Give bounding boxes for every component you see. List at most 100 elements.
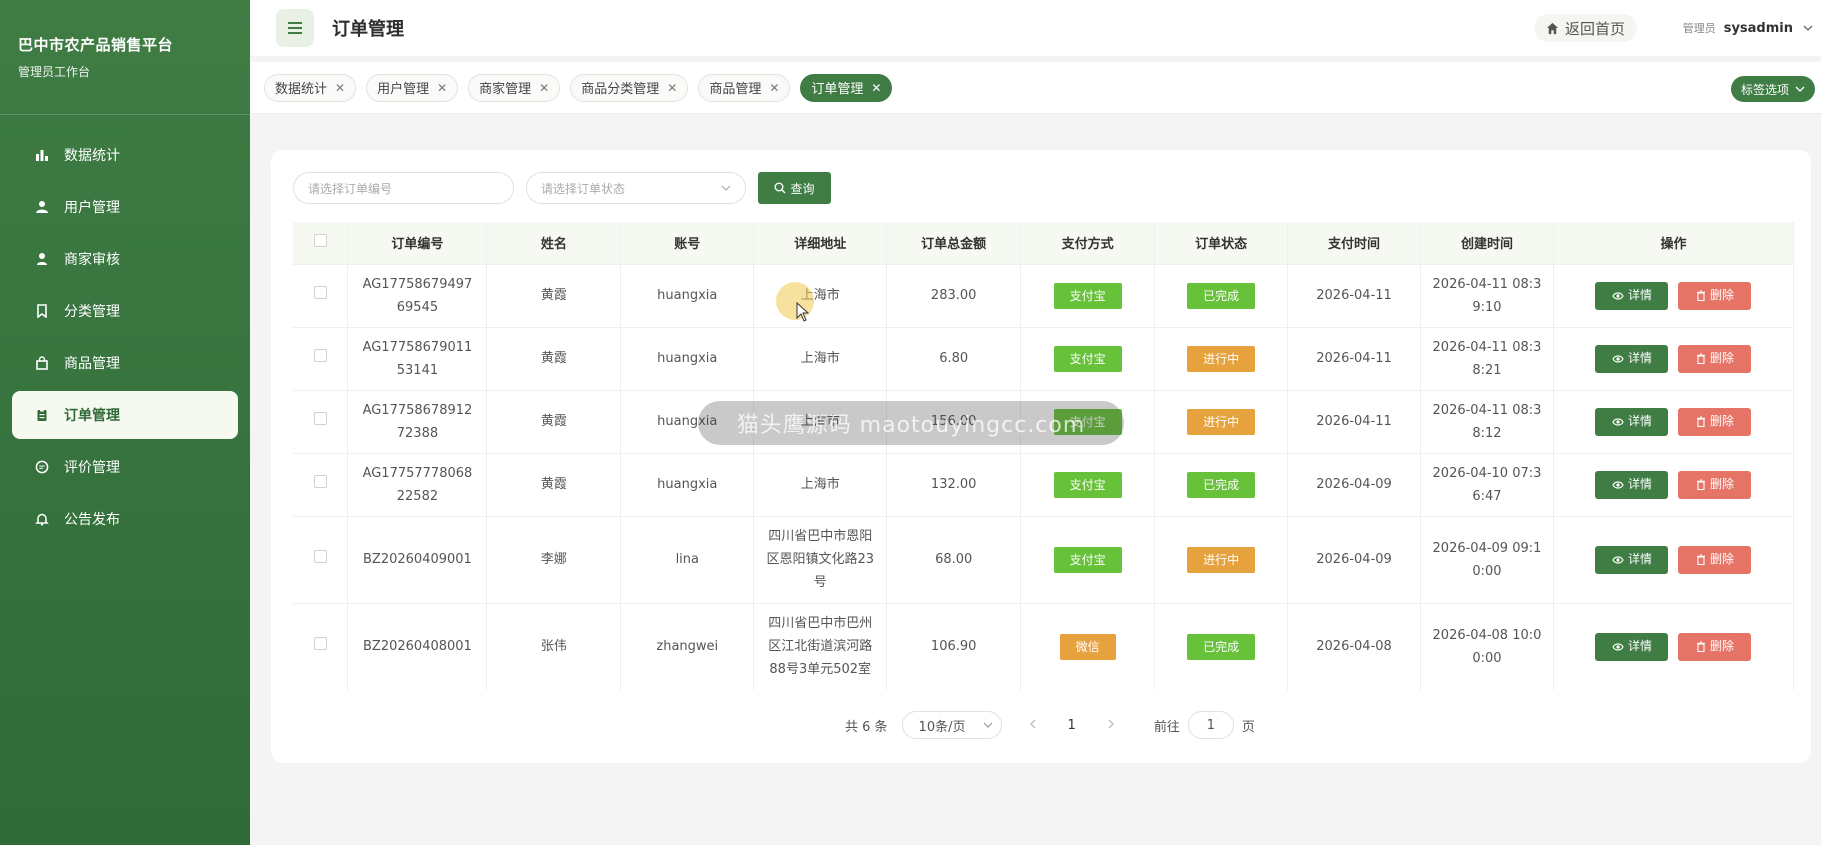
cell-status: 已完成 [1154,263,1289,327]
tag-merchants[interactable]: 商家管理 ✕ [468,73,561,102]
close-icon[interactable]: ✕ [335,81,345,95]
header-select-all[interactable] [293,222,349,264]
close-icon[interactable]: ✕ [769,81,779,95]
sidebar: 巴中市农产品销售平台 管理员工作台 数据统计 用户管理 商家审核 分类管理 商品… [0,0,250,845]
row-select[interactable] [293,326,349,390]
sidebar-item-products[interactable]: 商品管理 [12,339,238,387]
eye-icon [1612,354,1624,363]
detail-button[interactable]: 详情 [1595,407,1669,436]
row-select[interactable] [293,389,349,453]
detail-label: 详情 [1627,414,1652,428]
cell-status: 已完成 [1154,602,1289,690]
cell-created: 2026-04-09 09:10:00 [1420,515,1554,603]
row-checkbox[interactable] [313,412,327,425]
query-button[interactable]: 查询 [758,172,831,204]
sidebar-menu: 数据统计 用户管理 商家审核 分类管理 商品管理 订单管理 评价管理 公告发布 [0,115,250,543]
row-select[interactable] [293,452,349,516]
detail-label: 详情 [1627,639,1652,654]
sidebar-item-announcements[interactable]: 公告发布 [12,495,238,543]
table-row: AG1775777806822582 黄霞 huangxia 上海市 132.00 支付宝… [293,452,1795,516]
chevron-down-icon [1795,86,1805,92]
status-badge: 已完成 [1187,471,1256,498]
sidebar-item-reviews[interactable]: 评价管理 [12,443,238,491]
detail-label: 详情 [1627,288,1652,302]
cell-address: 四川省巴中市巴州区江北街道滨河路88号3单元502室 [753,602,888,690]
prev-page-button[interactable] [1028,718,1038,733]
home-button[interactable]: 返回首页 [1533,14,1637,42]
table-row: BZ20260408001 张伟 zhangwei 四川省巴中市巴州区江北街道滨河路8… [293,602,1795,690]
goto-page-input[interactable]: 1 [1187,711,1234,739]
tag-products[interactable]: 商品管理 ✕ [698,73,791,102]
row-select[interactable] [293,263,349,327]
orders-card: 请选择订单编号 请选择订单状态 查询 订单编号 姓名 账号 详细地址 订单总金额… [271,150,1811,763]
cell-address: 上海市 [753,326,888,390]
tag-orders[interactable]: 订单管理 ✕ [800,73,893,102]
tag-product-categories[interactable]: 商品分类管理 ✕ [570,73,689,102]
column-header: 支付方式 [1020,222,1156,264]
order-no-input[interactable]: 请选择订单编号 [293,172,514,204]
row-checkbox[interactable] [313,550,327,563]
tag-users[interactable]: 用户管理 ✕ [366,73,459,102]
delete-button[interactable]: 删除 [1678,545,1752,574]
cell-pay-time: 2026-04-09 [1287,515,1421,603]
detail-label: 详情 [1627,552,1652,566]
delete-button[interactable]: 删除 [1678,407,1752,436]
sidebar-item-statistics[interactable]: 数据统计 [12,131,238,179]
select-all-checkbox[interactable] [313,234,327,248]
close-icon[interactable]: ✕ [871,81,881,95]
detail-button[interactable]: 详情 [1595,545,1669,574]
detail-label: 详情 [1627,351,1652,365]
cell-pay-time: 2026-04-08 [1287,602,1421,690]
eye-icon [1612,643,1624,651]
close-icon[interactable]: ✕ [539,81,549,95]
row-select[interactable] [293,602,349,690]
detail-button[interactable]: 详情 [1595,344,1669,373]
cell-order-no: AG1775867901153141 [347,326,488,390]
row-checkbox[interactable] [313,637,327,651]
column-header: 操作 [1553,222,1795,264]
column-header: 创建时间 [1420,222,1554,264]
bell-icon [34,511,50,527]
detail-button[interactable]: 详情 [1595,281,1669,310]
status-badge: 进行中 [1187,408,1256,435]
detail-button[interactable]: 详情 [1595,632,1669,661]
bag-icon [34,355,50,371]
sidebar-item-users[interactable]: 用户管理 [12,183,238,231]
goto-prefix: 前往 [1153,719,1180,735]
tag-options-button[interactable]: 标签选项 [1730,76,1815,102]
cell-pay-method: 微信 [1020,602,1156,690]
trash-icon [1696,353,1705,364]
user-menu[interactable]: 管理员 sysadmin [1665,12,1821,44]
eye-icon [1612,480,1624,489]
delete-button[interactable]: 删除 [1678,344,1752,373]
cell-account: huangxia [620,452,755,516]
next-page-button[interactable] [1106,718,1116,733]
trash-icon [1696,416,1705,427]
menu-toggle-button[interactable] [276,9,314,47]
delete-button[interactable]: 删除 [1678,632,1752,661]
close-icon[interactable]: ✕ [437,81,447,95]
cell-order-no: AG1775867891272388 [347,389,488,453]
close-icon[interactable]: ✕ [667,81,677,95]
cell-created: 2026-04-11 08:39:10 [1420,263,1554,327]
pagination: 共 6 条 10条/页 1 前往 1 页 [845,711,1255,739]
order-status-select[interactable]: 请选择订单状态 [526,172,746,204]
cell-amount: 132.00 [886,452,1022,516]
delete-button[interactable]: 删除 [1678,470,1752,499]
sidebar-item-category[interactable]: 分类管理 [12,287,238,335]
page-number[interactable]: 1 [1068,718,1076,733]
row-select[interactable] [293,515,349,603]
delete-button[interactable]: 删除 [1678,281,1752,310]
tag-statistics[interactable]: 数据统计 ✕ [264,73,357,102]
brand: 巴中市农产品销售平台 管理员工作台 [0,0,250,115]
cell-amount: 283.00 [886,263,1022,327]
sidebar-item-merchant-review[interactable]: 商家审核 [12,235,238,283]
row-checkbox[interactable] [313,349,327,362]
row-checkbox[interactable] [313,475,327,488]
page-size-select[interactable]: 10条/页 [901,711,1002,739]
cell-status: 已完成 [1154,452,1289,516]
sidebar-item-orders[interactable]: 订单管理 [12,391,238,439]
detail-button[interactable]: 详情 [1595,470,1669,499]
row-checkbox[interactable] [313,286,327,299]
cell-pay-time: 2026-04-09 [1287,452,1421,516]
